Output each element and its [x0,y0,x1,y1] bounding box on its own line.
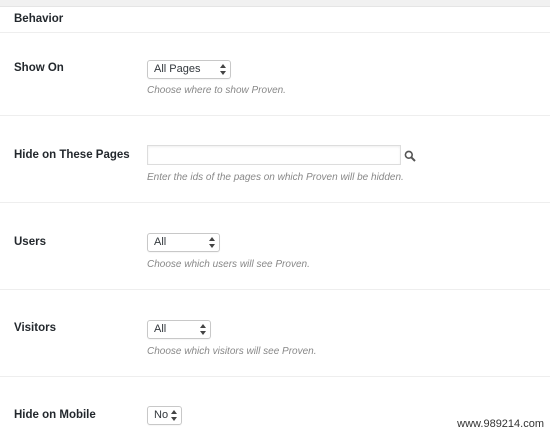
chevron-up-down-icon [220,63,226,76]
chevron-up-down-icon [209,236,215,249]
hide-pages-input[interactable] [147,145,401,165]
visitors-hint: Choose which visitors will see Proven. [147,346,317,357]
hide-mobile-label: Hide on Mobile [14,409,96,421]
visitors-select[interactable]: All [147,320,211,339]
users-hint: Choose which users will see Proven. [147,259,310,270]
panel-title: Behavior [14,13,64,25]
divider [0,376,550,377]
visitors-select-value: All [154,323,167,335]
divider [0,289,550,290]
watermark: www.989214.com [457,418,544,430]
chevron-up-down-icon [200,323,206,336]
chevron-up-down-icon [171,409,177,422]
divider [0,115,550,116]
hide-pages-label: Hide on These Pages [14,149,130,161]
users-label: Users [14,236,46,248]
search-icon[interactable] [404,149,416,162]
divider [0,202,550,203]
panel-header: Behavior [0,7,550,33]
users-select-value: All [154,236,167,248]
users-select[interactable]: All [147,233,220,252]
behavior-panel: Behavior Show On All Pages Choose where … [0,6,550,434]
visitors-label: Visitors [14,322,56,334]
show-on-select-value: All Pages [154,63,201,75]
show-on-label: Show On [14,62,64,74]
show-on-hint: Choose where to show Proven. [147,85,286,96]
hide-pages-hint: Enter the ids of the pages on which Prov… [147,172,404,183]
hide-mobile-select-value: No [154,409,169,421]
hide-mobile-select[interactable]: No [147,406,182,425]
show-on-select[interactable]: All Pages [147,60,231,79]
